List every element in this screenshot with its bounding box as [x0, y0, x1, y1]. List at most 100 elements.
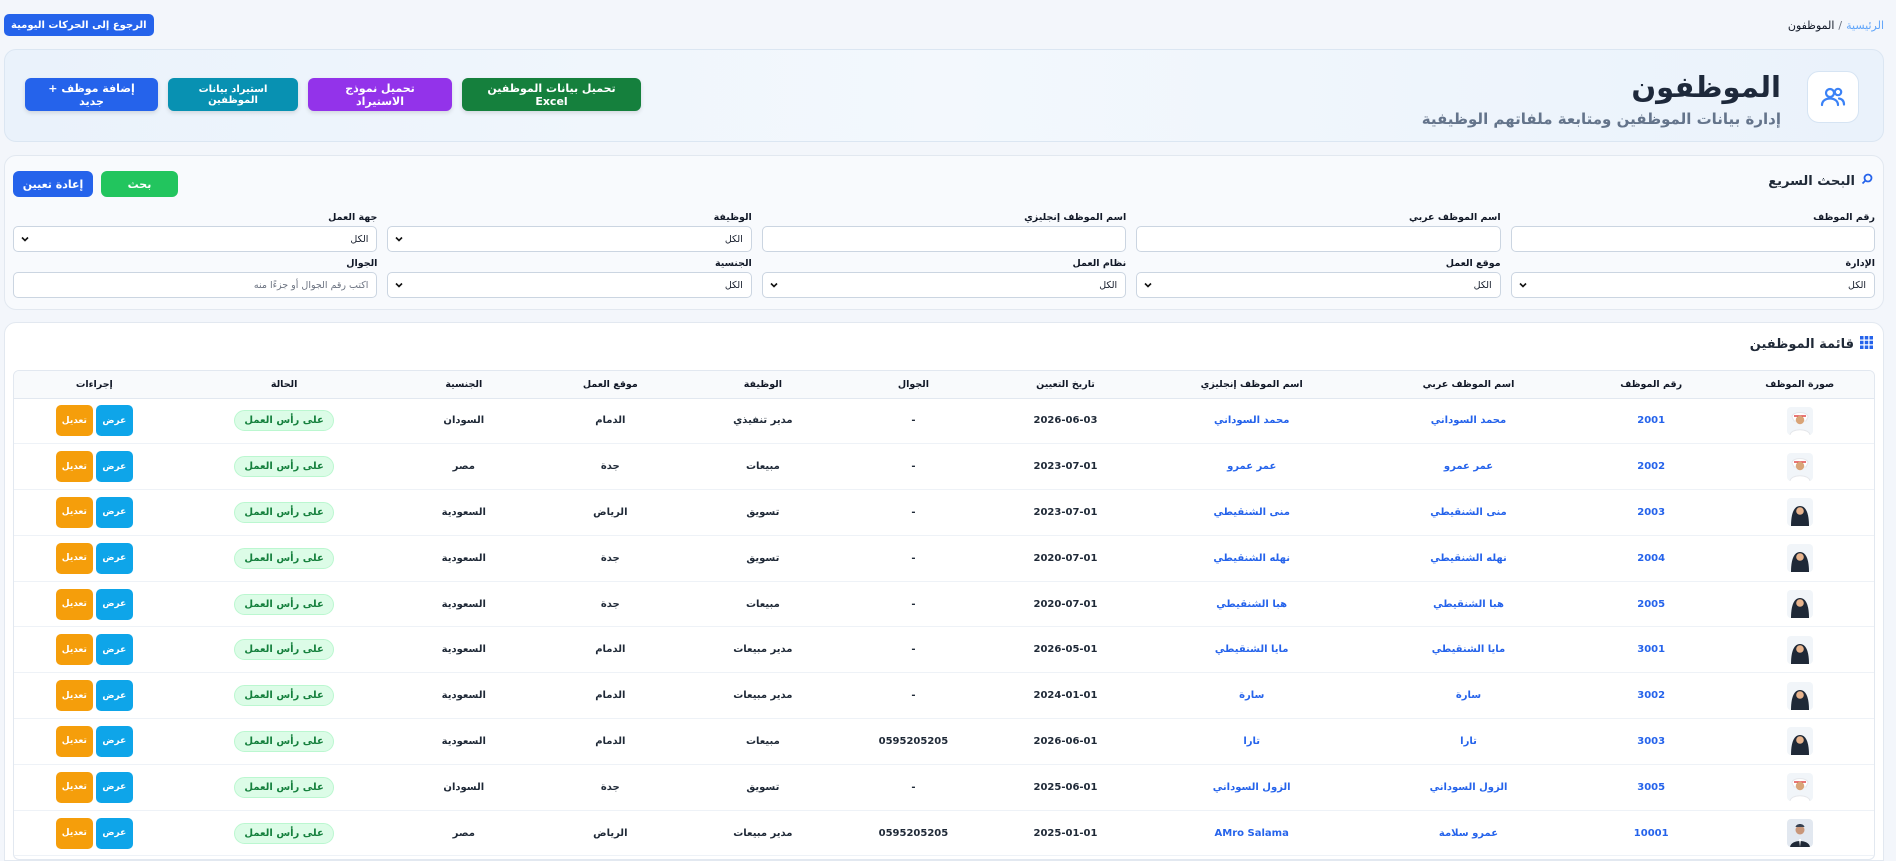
name-ar-link[interactable]: نهله الشنقيطي: [1360, 535, 1577, 582]
download-excel-button[interactable]: تحميل بيانات الموظفين Excel: [462, 78, 641, 111]
emp-no-link[interactable]: 2003: [1576, 489, 1726, 536]
name-ar-link[interactable]: عمرو سلامة: [1360, 810, 1577, 857]
download-import-template-button[interactable]: تحميل نموذج الاستيراد: [308, 78, 452, 111]
name-en-link[interactable]: منى الشنقيطي: [1143, 489, 1361, 536]
emp-no-link[interactable]: 2005: [1576, 581, 1726, 628]
chevron-down-icon: [21, 236, 29, 242]
name-en-link[interactable]: مايا الشنقيطي: [1143, 626, 1361, 674]
table-row: 2001 محمد السوداني محمد السوداني 2026-06…: [14, 398, 1874, 445]
emp-no-input[interactable]: [1510, 226, 1875, 252]
hire-date-cell: 2026-06-03: [987, 398, 1144, 445]
name-en-link[interactable]: سارة: [1143, 672, 1361, 720]
emp-no-link[interactable]: 10001: [1576, 810, 1726, 857]
quick-search-panel: البحث السريع إعادة تعيين بحث رقم الموظف …: [4, 155, 1884, 310]
nationality-cell: السعودية: [393, 672, 535, 720]
edit-button[interactable]: تعديل: [55, 451, 93, 483]
view-button[interactable]: عرض: [95, 451, 133, 483]
select-value: الكل: [724, 233, 743, 245]
name-ar-link[interactable]: الزول السوداني: [1360, 764, 1577, 811]
emp-no-link[interactable]: 3005: [1576, 764, 1726, 811]
breadcrumb-home-link[interactable]: الرئيسية: [1846, 19, 1884, 32]
emp-no-link[interactable]: 2004: [1576, 535, 1726, 582]
name-en-link[interactable]: عمر عمرو: [1143, 443, 1361, 491]
name-ar-link[interactable]: محمد السوداني: [1360, 398, 1577, 445]
name-en-link[interactable]: نهله الشنقيطي: [1143, 535, 1361, 582]
row-actions: عرض تعديل: [55, 680, 133, 712]
nationality-cell: السعودية: [393, 535, 535, 582]
row-actions: عرض تعديل: [55, 496, 133, 528]
name-ar-link[interactable]: مايا الشنقيطي: [1360, 626, 1577, 674]
table-row: 3003 تارا تارا 2026-06-01 0595205205 مبي…: [14, 718, 1874, 765]
view-button[interactable]: عرض: [95, 634, 133, 666]
add-employee-button[interactable]: + إضافة موظف جديد: [25, 78, 158, 111]
edit-button[interactable]: تعديل: [55, 725, 93, 757]
emp-no-link[interactable]: 3002: [1576, 672, 1726, 720]
emp-no-link[interactable]: 3003: [1576, 718, 1726, 765]
name-ar-link[interactable]: منى الشنقيطي: [1360, 489, 1577, 536]
job-select[interactable]: الكل: [387, 226, 752, 252]
nationality-cell: مصر: [393, 443, 535, 491]
edit-button[interactable]: تعديل: [55, 588, 93, 620]
work-system-select[interactable]: الكل: [761, 272, 1127, 298]
import-employees-button[interactable]: استيراد بيانات الموظفين: [168, 78, 298, 111]
filter-label: رقم الموظف: [1813, 212, 1875, 223]
name-en-link[interactable]: محمد السوداني: [1143, 398, 1361, 445]
quick-search-title: البحث السريع: [1768, 173, 1855, 189]
edit-button[interactable]: تعديل: [55, 496, 93, 528]
department-select[interactable]: الكل: [1510, 272, 1875, 298]
photo-cell: [1725, 581, 1874, 628]
hire-date-cell: 2026-06-01: [987, 718, 1144, 765]
employees-list-title: قائمة الموظفين: [1749, 337, 1854, 352]
filter-label: موقع العمل: [1445, 258, 1501, 269]
name-ar-link[interactable]: هبا الشنقيطي: [1360, 581, 1577, 628]
nationality-select[interactable]: الكل: [387, 272, 752, 298]
edit-button[interactable]: تعديل: [55, 405, 93, 437]
view-button[interactable]: عرض: [95, 725, 133, 757]
edit-button[interactable]: تعديل: [55, 680, 93, 712]
reset-button[interactable]: إعادة تعيين: [13, 171, 93, 197]
emp-no-link[interactable]: 2001: [1576, 398, 1726, 445]
name-en-link[interactable]: الزول السوداني: [1143, 764, 1361, 811]
filter-department: الإدارة الكل: [1510, 258, 1875, 298]
search-button[interactable]: بحث: [101, 171, 178, 197]
view-button[interactable]: عرض: [95, 588, 133, 620]
name-en-input[interactable]: [761, 226, 1127, 252]
emp-no-link[interactable]: 2002: [1576, 443, 1726, 491]
name-ar-input[interactable]: [1136, 226, 1501, 252]
status-badge: على رأس العمل: [234, 501, 334, 523]
employee-avatar: [1786, 498, 1813, 527]
filter-nationality: الجنسية الكل: [387, 258, 752, 298]
view-button[interactable]: عرض: [95, 405, 133, 437]
name-en-link[interactable]: تارا: [1143, 718, 1361, 765]
table-row: 2004 نهله الشنقيطي نهله الشنقيطي 2020-07…: [14, 535, 1874, 582]
edit-button[interactable]: تعديل: [55, 771, 93, 803]
view-button[interactable]: عرض: [95, 542, 133, 574]
filter-label: الجنسية: [714, 258, 752, 269]
edit-button[interactable]: تعديل: [55, 542, 93, 574]
back-to-daily-transactions-button[interactable]: الرجوع إلى الحركات اليومية: [4, 14, 154, 36]
name-ar-link[interactable]: عمر عمرو: [1360, 443, 1577, 491]
name-ar-link[interactable]: سارة: [1360, 672, 1577, 720]
row-actions: عرض تعديل: [55, 634, 133, 666]
emp-no-link[interactable]: 3001: [1576, 626, 1726, 674]
edit-button[interactable]: تعديل: [55, 634, 93, 666]
mobile-input[interactable]: اكتب رقم الجوال أو جزءًا منه: [13, 272, 378, 298]
name-en-link[interactable]: هبا الشنقيطي: [1143, 581, 1361, 628]
name-ar-link[interactable]: تارا: [1360, 718, 1577, 765]
edit-button[interactable]: تعديل: [55, 817, 93, 849]
select-value: الكل: [724, 279, 743, 291]
work-entity-select[interactable]: الكل: [13, 226, 378, 252]
filter-label: الوظيفة: [713, 212, 752, 223]
view-button[interactable]: عرض: [95, 771, 133, 803]
filter-emp-no: رقم الموظف: [1510, 212, 1875, 252]
view-button[interactable]: عرض: [95, 817, 133, 849]
row-actions: عرض تعديل: [55, 542, 133, 574]
view-button[interactable]: عرض: [95, 496, 133, 528]
status-cell: على رأس العمل: [174, 443, 394, 491]
name-en-link[interactable]: AMro Salama: [1143, 810, 1361, 857]
view-button[interactable]: عرض: [95, 680, 133, 712]
row-actions: عرض تعديل: [55, 405, 133, 437]
nationality-cell: السعودية: [393, 626, 535, 674]
photo-cell: [1725, 443, 1874, 491]
work-location-select[interactable]: الكل: [1136, 272, 1501, 298]
